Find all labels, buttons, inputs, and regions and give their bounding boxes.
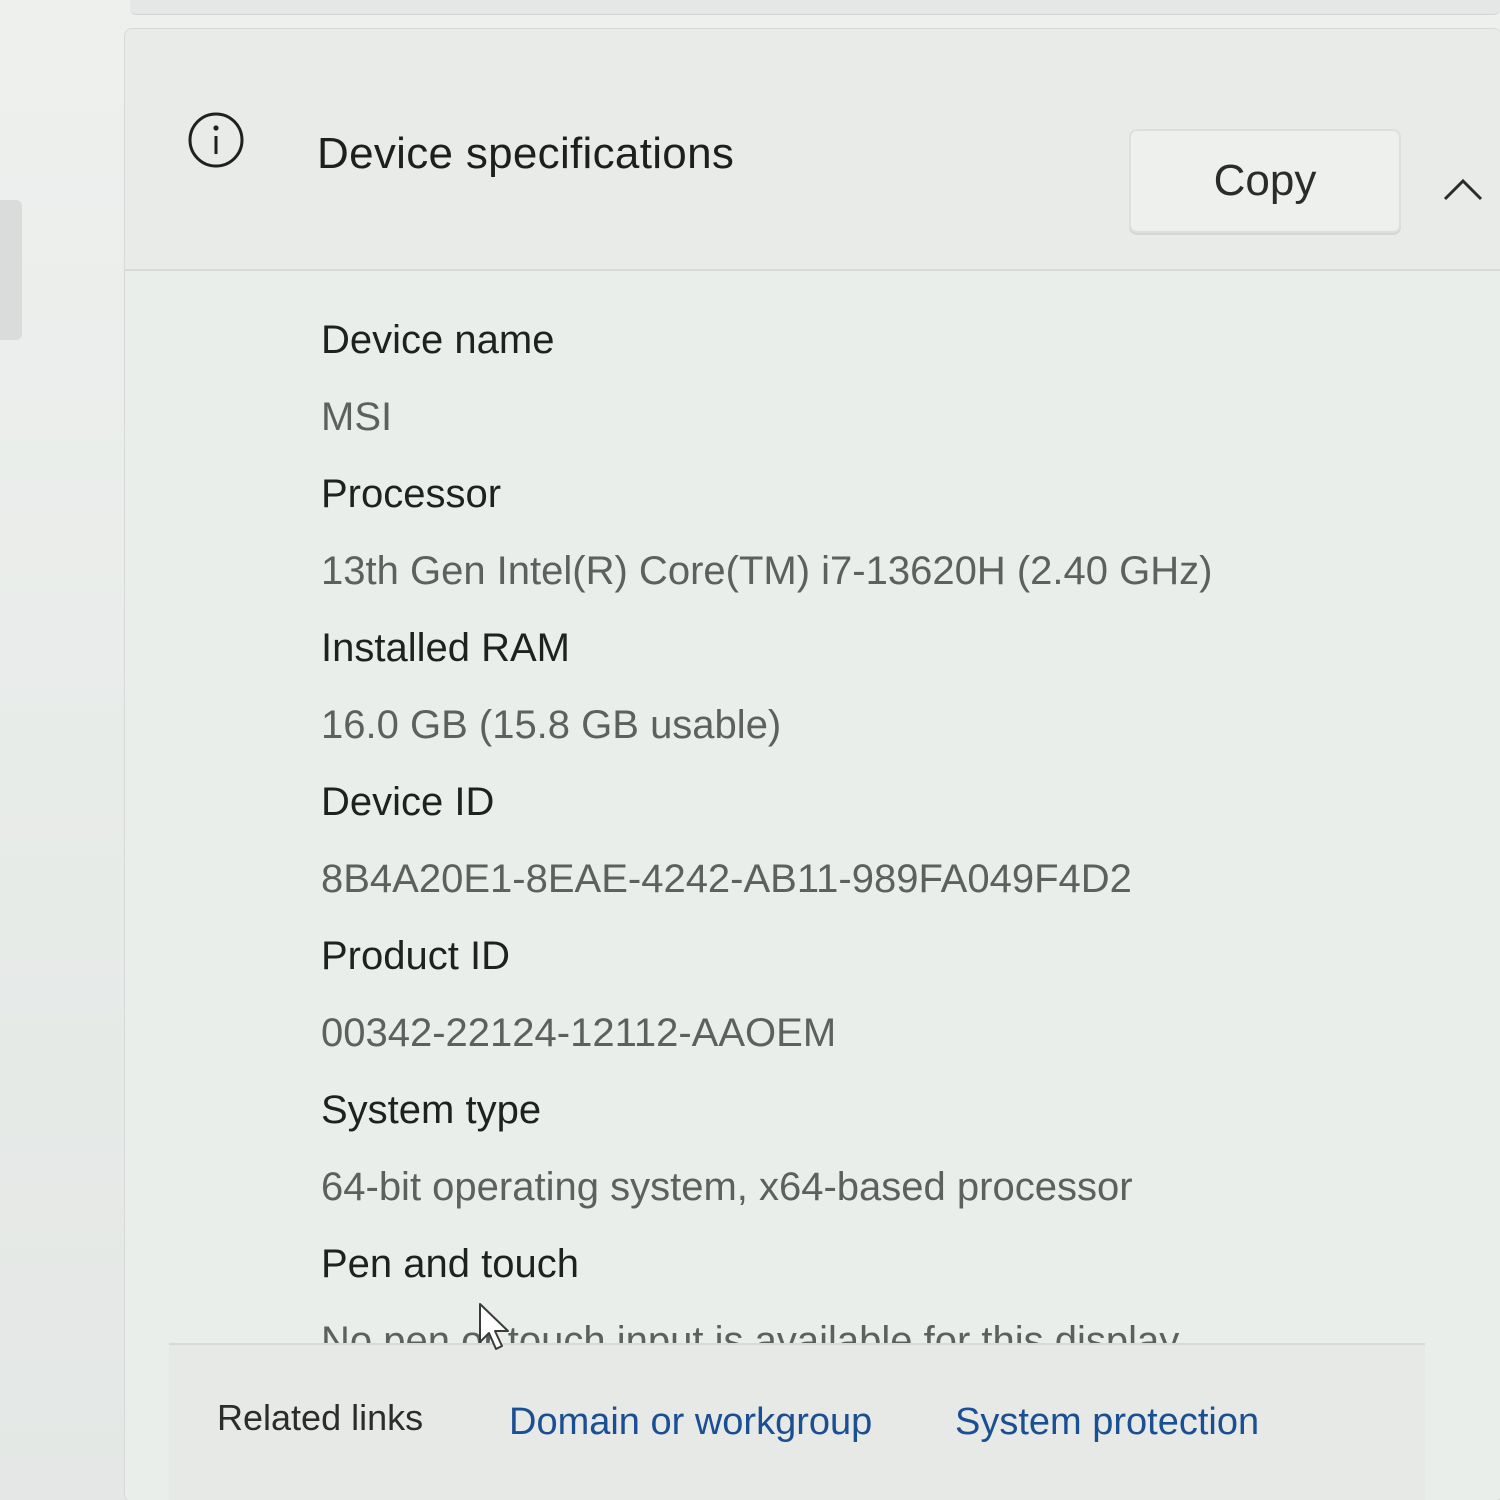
spec-value-system-type: 64-bit operating system, x64-based proce… <box>321 1165 1133 1209</box>
left-scroll-edge <box>0 200 22 340</box>
spec-value-processor: 13th Gen Intel(R) Core(TM) i7-13620H (2.… <box>321 549 1213 593</box>
settings-window: Device specifications Copy Device name M… <box>0 0 1500 1500</box>
domain-or-workgroup-link[interactable]: Domain or workgroup <box>509 1401 872 1444</box>
spec-list: Device name MSI Processor 13th Gen Intel… <box>321 301 1421 1379</box>
spec-label-installed-ram: Installed RAM <box>321 626 570 670</box>
spec-label-system-type: System type <box>321 1088 542 1132</box>
card-header[interactable]: Device specifications Copy <box>125 29 1500 271</box>
spec-label-pen-and-touch: Pen and touch <box>321 1242 579 1286</box>
system-protection-link[interactable]: System protection <box>955 1401 1259 1444</box>
copy-button[interactable]: Copy <box>1129 129 1401 233</box>
spec-value-device-name: MSI <box>321 395 393 439</box>
spec-label-product-id: Product ID <box>321 934 510 978</box>
mouse-cursor-icon <box>479 1303 509 1350</box>
spec-value-product-id: 00342-22124-12112-AAOEM <box>321 1011 837 1055</box>
spec-value-device-id: 8B4A20E1-8EAE-4242-AB11-989FA049F4D2 <box>321 857 1132 901</box>
spec-value-installed-ram: 16.0 GB (15.8 GB usable) <box>321 703 782 747</box>
spec-label-processor: Processor <box>321 472 502 516</box>
copy-button-label: Copy <box>1213 156 1317 205</box>
info-icon <box>188 112 244 168</box>
related-links-label: Related links <box>217 1397 424 1438</box>
spec-label-device-name: Device name <box>321 318 555 362</box>
previous-card-edge <box>130 0 1500 15</box>
spec-label-device-id: Device ID <box>321 780 495 824</box>
device-specifications-card: Device specifications Copy Device name M… <box>124 28 1500 1500</box>
section-title: Device specifications <box>317 129 735 178</box>
chevron-up-icon[interactable] <box>1441 169 1485 209</box>
related-links-bar: Related links Domain or workgroup System… <box>169 1343 1425 1500</box>
